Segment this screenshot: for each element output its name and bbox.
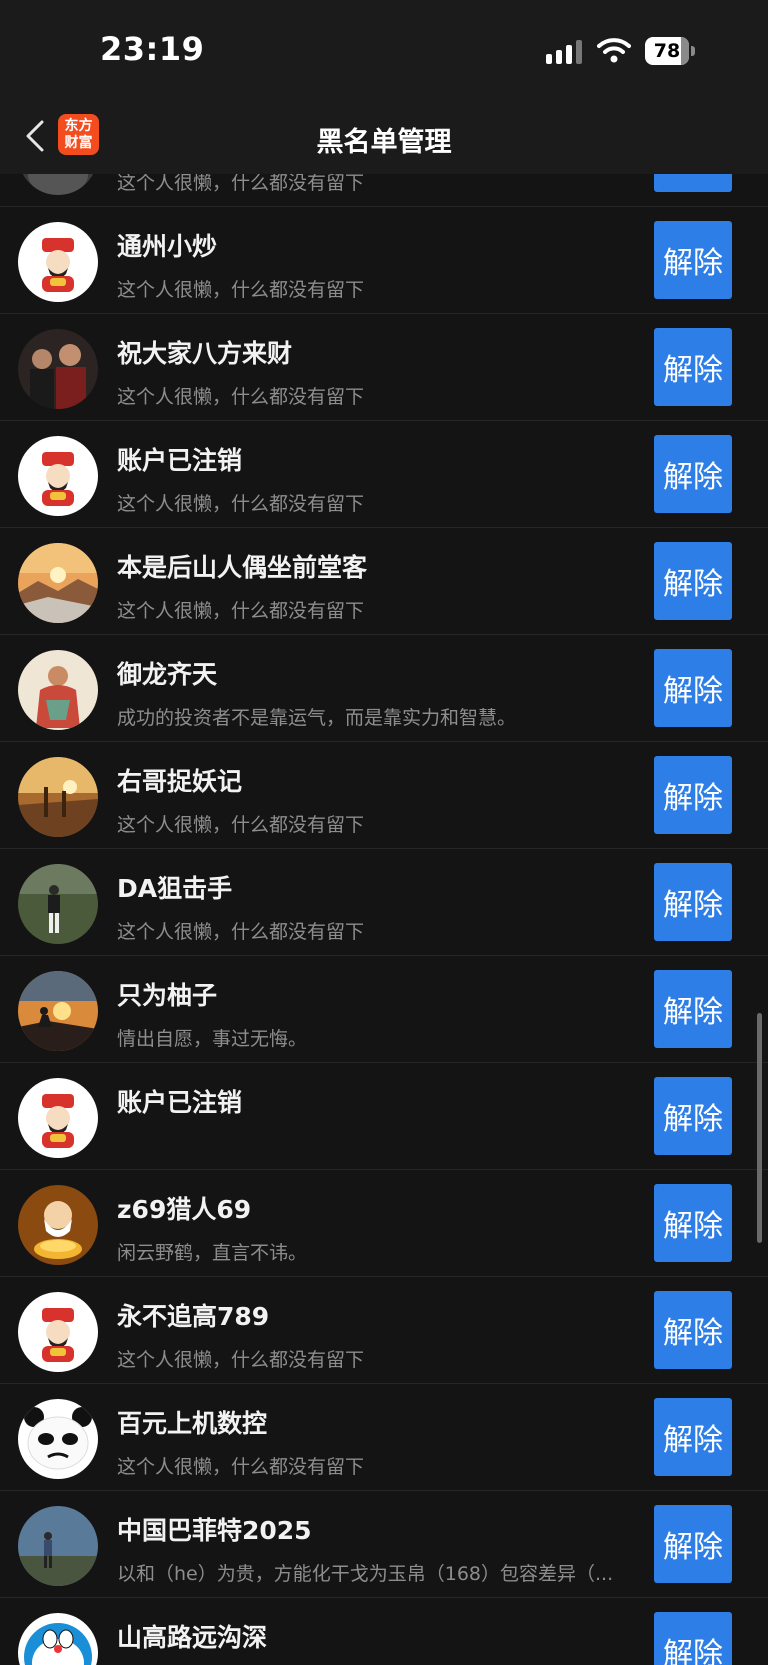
user-name: 账户已注销: [117, 1088, 243, 1117]
fortune-god-avatar: [18, 436, 98, 516]
user-name: 只为柚子: [117, 981, 218, 1010]
unblock-button[interactable]: 解除: [654, 1291, 732, 1369]
user-name: 通州小炒: [117, 232, 218, 261]
list-item: 账户已注销 解除: [0, 1063, 768, 1170]
user-bio: 这个人很懒，什么都没有留下: [117, 814, 365, 836]
panda-meme-avatar: [18, 1399, 98, 1479]
user-bio: 情出自愿，事过无悔。: [117, 1028, 308, 1050]
gold-wealth-god-avatar: [18, 1185, 98, 1265]
list-item: 账户已注销 这个人很懒，什么都没有留下 解除: [0, 421, 768, 528]
unblock-button[interactable]: 解除: [654, 1077, 732, 1155]
page-title: 黑名单管理: [316, 127, 452, 158]
list-item: 本是后山人偶坐前堂客 这个人很懒，什么都没有留下 解除: [0, 528, 768, 635]
user-name: 永不追高789: [117, 1302, 270, 1331]
unblock-button[interactable]: 解除: [654, 328, 732, 406]
fortune-god-avatar: [18, 1078, 98, 1158]
list-item: z69猎人69 闲云野鹤，直言不讳。 解除: [0, 1170, 768, 1277]
sunset-silhouette-avatar: [18, 971, 98, 1051]
sunset-landscape-avatar: [18, 543, 98, 623]
man-in-field-avatar: [18, 864, 98, 944]
dark-photo-avatar: [18, 174, 98, 195]
user-name: 本是后山人偶坐前堂客: [117, 553, 368, 582]
unblock-button[interactable]: 解除: [654, 756, 732, 834]
unblock-button[interactable]: 解除: [654, 1612, 732, 1665]
unblock-button[interactable]: 解除: [654, 1505, 732, 1583]
unblock-button[interactable]: 解除: [654, 542, 732, 620]
fortune-god-avatar: [18, 222, 98, 302]
unblock-button[interactable]: 解除: [654, 1184, 732, 1262]
unblock-button[interactable]: 解除: [654, 174, 732, 192]
people-photo-avatar: [18, 329, 98, 409]
unblock-button[interactable]: 解除: [654, 1398, 732, 1476]
list-item: 山高路远沟深 解除: [0, 1598, 768, 1665]
unblock-button[interactable]: 解除: [654, 863, 732, 941]
hiker-photo-avatar: [18, 1506, 98, 1586]
list-item: 祝大家八方来财 这个人很懒，什么都没有留下 解除: [0, 314, 768, 421]
list-item: DA狙击手 这个人很懒，什么都没有留下 解除: [0, 849, 768, 956]
user-name: 中国巴菲特2025: [117, 1516, 312, 1545]
user-name: 百元上机数控: [117, 1409, 268, 1438]
user-bio: 闲云野鹤，直言不讳。: [117, 1242, 308, 1264]
nav-bar: 东方 财富 黑名单管理: [0, 100, 768, 174]
battery-icon: 78: [645, 37, 697, 65]
unblock-button[interactable]: 解除: [654, 221, 732, 299]
unblock-button[interactable]: 解除: [654, 649, 732, 727]
wifi-icon: [597, 38, 631, 63]
user-name: 右哥捉妖记: [117, 767, 243, 796]
user-bio: 这个人很懒，什么都没有留下: [117, 174, 365, 194]
scrollbar[interactable]: [757, 1013, 762, 1243]
doraemon-avatar: [18, 1613, 98, 1665]
list-item: 百元上机数控 这个人很懒，什么都没有留下 解除: [0, 1384, 768, 1491]
user-name: 账户已注销: [117, 446, 243, 475]
user-name: 山高路远沟深: [117, 1623, 268, 1652]
list-item: 右哥捉妖记 这个人很懒，什么都没有留下 解除: [0, 742, 768, 849]
user-bio: 这个人很懒，什么都没有留下: [117, 600, 365, 622]
user-bio: 这个人很懒，什么都没有留下: [117, 493, 365, 515]
cellular-signal-icon: [546, 40, 586, 64]
list-item: 这个人很懒，什么都没有留下 解除: [0, 174, 768, 207]
status-bar: 23:19 78: [0, 0, 768, 100]
user-bio: 这个人很懒，什么都没有留下: [117, 279, 365, 301]
user-name: DA狙击手: [117, 874, 233, 903]
blacklist: 这个人很懒，什么都没有留下 解除 通州小炒 这个人很懒，什么都没有留下 解除 祝…: [0, 174, 768, 1665]
list-item: 永不追高789 这个人很懒，什么都没有留下 解除: [0, 1277, 768, 1384]
list-item: 通州小炒 这个人很懒，什么都没有留下 解除: [0, 207, 768, 314]
fortune-god-avatar: [18, 1292, 98, 1372]
user-bio: 这个人很懒，什么都没有留下: [117, 386, 365, 408]
user-name: z69猎人69: [117, 1195, 252, 1224]
list-item: 中国巴菲特2025 以和（he）为贵，方能化干戈为玉帛（168）包容差异（...…: [0, 1491, 768, 1598]
user-bio: 这个人很懒，什么都没有留下: [117, 921, 365, 943]
status-time: 23:19: [100, 30, 205, 68]
user-bio: 以和（he）为贵，方能化干戈为玉帛（168）包容差异（...: [117, 1563, 614, 1585]
list-item: 御龙齐天 成功的投资者不是靠运气，而是靠实力和智慧。 解除: [0, 635, 768, 742]
list-item: 只为柚子 情出自愿，事过无悔。 解除: [0, 956, 768, 1063]
unblock-button[interactable]: 解除: [654, 435, 732, 513]
user-bio: 这个人很懒，什么都没有留下: [117, 1456, 365, 1478]
user-name: 祝大家八方来财: [117, 339, 293, 368]
user-bio: 这个人很懒，什么都没有留下: [117, 1349, 365, 1371]
unblock-button[interactable]: 解除: [654, 970, 732, 1048]
user-bio: 成功的投资者不是靠运气，而是靠实力和智慧。: [117, 707, 517, 729]
battery-level: 78: [653, 40, 681, 62]
golden-field-avatar: [18, 757, 98, 837]
painting-avatar: [18, 650, 98, 730]
user-name: 御龙齐天: [117, 660, 218, 689]
